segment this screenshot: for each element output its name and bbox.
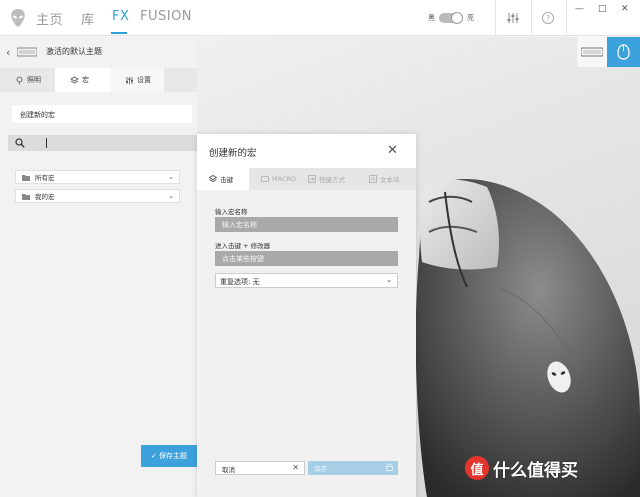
keyboard-device-icon <box>581 47 603 57</box>
chevron-down-icon[interactable]: ⌄ <box>168 192 174 200</box>
tab-shortcut-label: 快捷方式 <box>319 176 345 184</box>
tab-lighting[interactable]: 照明 <box>0 68 55 92</box>
save-icon <box>386 463 393 471</box>
dialog-close-button[interactable]: ✕ <box>387 143 398 158</box>
chevron-down-icon[interactable]: ⌄ <box>168 173 174 181</box>
left-tabs: 照明 宏 设置 <box>0 68 197 92</box>
divider <box>566 0 567 36</box>
theme-light-label: 亮 <box>467 14 474 22</box>
text-caret <box>46 138 47 148</box>
tab-macro-record[interactable]: MACRO <box>261 168 306 190</box>
folder-my-macros[interactable]: 我的宏 ⌄ <box>15 189 180 203</box>
chevron-down-icon: ⌄ <box>386 276 392 284</box>
svg-text:?: ? <box>546 14 550 23</box>
dialog-header: 创建新的宏 ✕ <box>197 134 416 168</box>
help-icon[interactable]: ? <box>541 11 555 25</box>
dialog-tabs: 击键 MACRO 快捷方式 文本块 <box>197 168 416 190</box>
macro-name-input[interactable]: 输入宏名称 <box>215 217 398 232</box>
mouse-icon <box>617 44 630 60</box>
divider <box>531 0 532 36</box>
tab-shortcut[interactable]: 快捷方式 <box>308 168 360 190</box>
sliders-icon[interactable] <box>506 11 520 25</box>
left-panel: ‹ 激活的默认主题 照明 宏 设置 创建新的宏 所有宏 ⌄ 我的宏 ⌄ ✓ 保存… <box>0 37 197 497</box>
tab-text-block[interactable]: 文本块 <box>369 168 414 190</box>
tab-keystroke-label: 击键 <box>220 176 233 184</box>
tab-keystroke[interactable]: 击键 <box>197 168 249 190</box>
folder-icon <box>22 193 30 200</box>
toggle-knob[interactable] <box>451 12 463 24</box>
tab-lighting-label: 照明 <box>27 76 41 84</box>
repeat-option-value: 重复选项: 无 <box>220 278 260 286</box>
watermark-badge: 值 <box>465 456 489 480</box>
shortcut-icon <box>308 175 316 183</box>
cancel-button[interactable]: 取消 ✕ <box>215 461 305 475</box>
nav-fx[interactable]: FX <box>112 9 129 24</box>
save-button[interactable]: 保存 <box>308 461 398 475</box>
nav-active-indicator <box>111 32 127 34</box>
tab-macro[interactable]: 宏 <box>55 68 110 92</box>
settings-sliders-icon <box>126 76 133 84</box>
device-select-button[interactable] <box>577 37 607 67</box>
tab-macro-record-label: MACRO <box>272 175 297 183</box>
minimize-button[interactable]: — <box>575 4 584 14</box>
nav-fusion[interactable]: FUSION <box>140 9 192 24</box>
close-icon: ✕ <box>292 463 299 472</box>
save-label: 保存 <box>314 465 327 473</box>
record-icon <box>261 176 269 182</box>
theme-dark-label: 黑 <box>428 14 435 22</box>
macro-icon <box>209 175 217 182</box>
top-bar: 主页 库 FX FUSION 黑 亮 ? — □ ✕ <box>0 0 640 36</box>
folder-icon <box>22 174 30 181</box>
dialog-title: 创建新的宏 <box>209 148 257 159</box>
nav-home[interactable]: 主页 <box>36 9 63 28</box>
tab-settings[interactable]: 设置 <box>110 68 164 92</box>
macro-icon <box>70 76 79 83</box>
nav-library[interactable]: 库 <box>81 9 95 28</box>
keystroke-label: 进入击键 + 修改器 <box>215 242 271 250</box>
theme-toggle[interactable]: 黑 亮 <box>428 12 474 24</box>
cancel-label: 取消 <box>222 466 235 474</box>
macro-name-label: 输入宏名称 <box>215 208 248 216</box>
folder-label: 所有宏 <box>35 174 55 182</box>
theme-device-icon <box>17 47 37 57</box>
keystroke-input[interactable]: 点击某些按键 <box>215 251 398 266</box>
folder-label: 我的宏 <box>35 193 55 201</box>
create-macro-dialog: 创建新的宏 ✕ 击键 MACRO 快捷方式 文本块 输入宏名称 输入宏名称 进入… <box>197 134 416 497</box>
save-theme-button[interactable]: ✓ 保存主题 <box>141 445 197 467</box>
alienware-logo-icon[interactable] <box>8 8 28 28</box>
folder-all-macros[interactable]: 所有宏 ⌄ <box>15 170 180 184</box>
search-icon <box>15 138 25 148</box>
divider <box>495 0 496 36</box>
theme-title: 激活的默认主题 <box>46 47 102 56</box>
create-macro-button[interactable]: 创建新的宏 <box>12 105 192 123</box>
repeat-option-select[interactable]: 重复选项: 无 ⌄ <box>215 273 398 288</box>
watermark-text: 什么值得买 <box>493 460 578 481</box>
watermark: 值 什么值得买 <box>465 455 578 481</box>
mouse-device-button[interactable] <box>607 37 640 67</box>
back-button[interactable]: ‹ <box>6 46 10 59</box>
tab-settings-label: 设置 <box>137 76 151 84</box>
bulb-icon <box>16 76 23 84</box>
tab-macro-label: 宏 <box>82 76 89 84</box>
close-window-button[interactable]: ✕ <box>621 4 629 14</box>
toggle-track[interactable] <box>439 12 463 24</box>
search-bar[interactable] <box>8 135 197 151</box>
maximize-button[interactable]: □ <box>598 4 607 14</box>
text-block-icon <box>369 175 377 183</box>
tab-text-block-label: 文本块 <box>380 176 400 184</box>
